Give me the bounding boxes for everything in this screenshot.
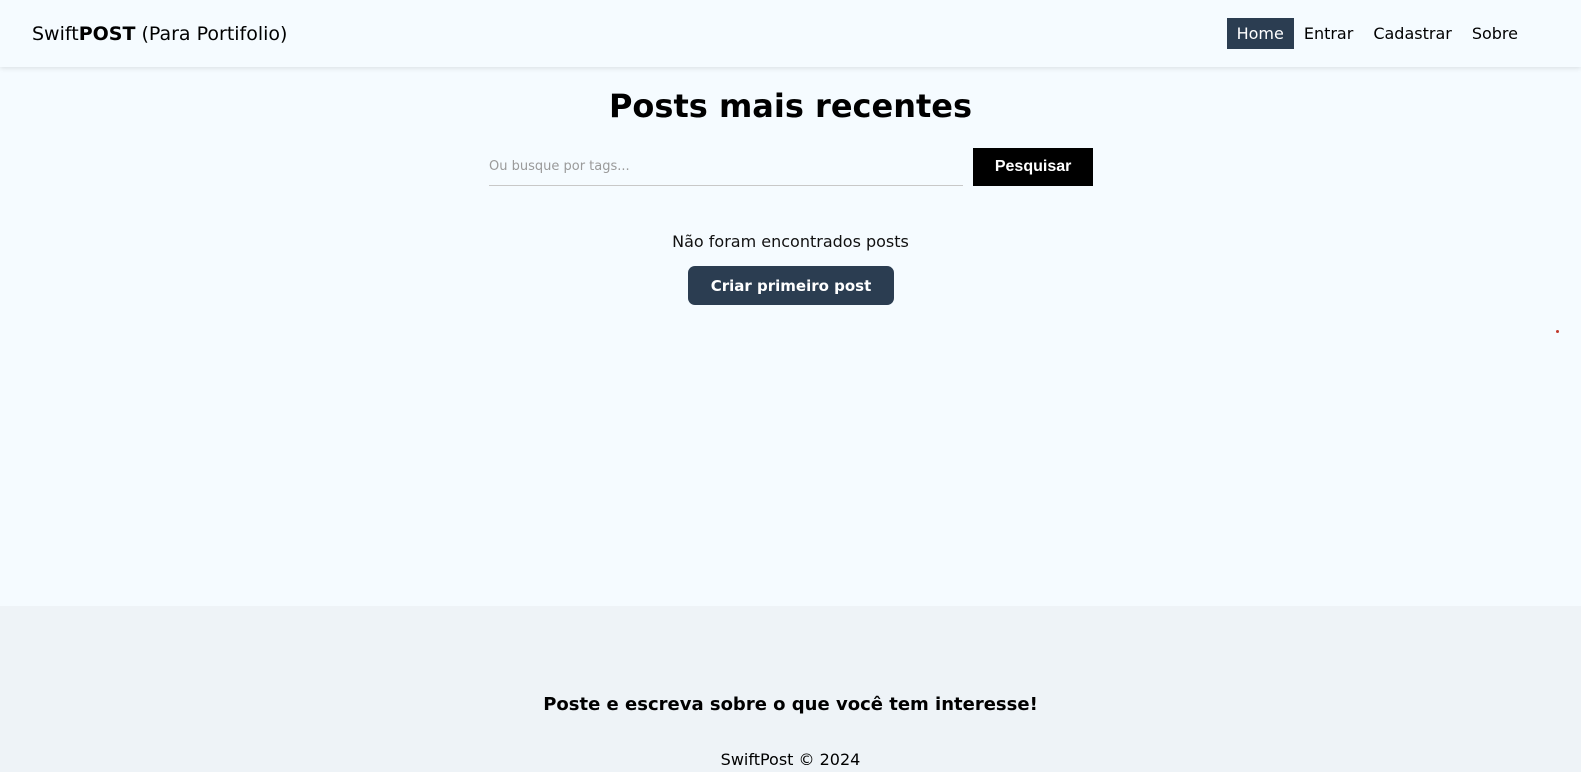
brand-logo[interactable]: SwiftPOST (Para Portifolio) <box>32 23 287 45</box>
footer-copyright: SwiftPost © 2024 <box>720 750 861 769</box>
empty-state-message: Não foram encontrados posts <box>672 232 909 251</box>
search-form: Pesquisar <box>489 148 1093 186</box>
page-title: Posts mais recentes <box>608 87 973 125</box>
footer-tagline: Poste e escreva sobre o que você tem int… <box>543 694 1038 715</box>
brand-suffix: (Para Portifolio) <box>135 22 288 45</box>
nav-link-home[interactable]: Home <box>1226 18 1294 49</box>
search-button[interactable]: Pesquisar <box>973 148 1093 186</box>
nav-menu: Home Entrar Cadastrar Sobre <box>1226 18 1528 49</box>
footer: Poste e escreva sobre o que você tem int… <box>0 606 1581 772</box>
create-first-post-button[interactable]: Criar primeiro post <box>688 266 894 305</box>
brand-prefix: Swift <box>32 22 79 45</box>
brand-strong: POST <box>78 22 136 45</box>
navbar: SwiftPOST (Para Portifolio) Home Entrar … <box>0 0 1581 67</box>
main-content: Posts mais recentes Pesquisar Não foram … <box>0 67 1581 665</box>
nav-link-entrar[interactable]: Entrar <box>1294 18 1363 49</box>
nav-link-cadastrar[interactable]: Cadastrar <box>1363 18 1462 49</box>
decorative-dot <box>1556 330 1559 333</box>
nav-link-sobre[interactable]: Sobre <box>1462 18 1528 49</box>
search-input[interactable] <box>489 148 964 186</box>
